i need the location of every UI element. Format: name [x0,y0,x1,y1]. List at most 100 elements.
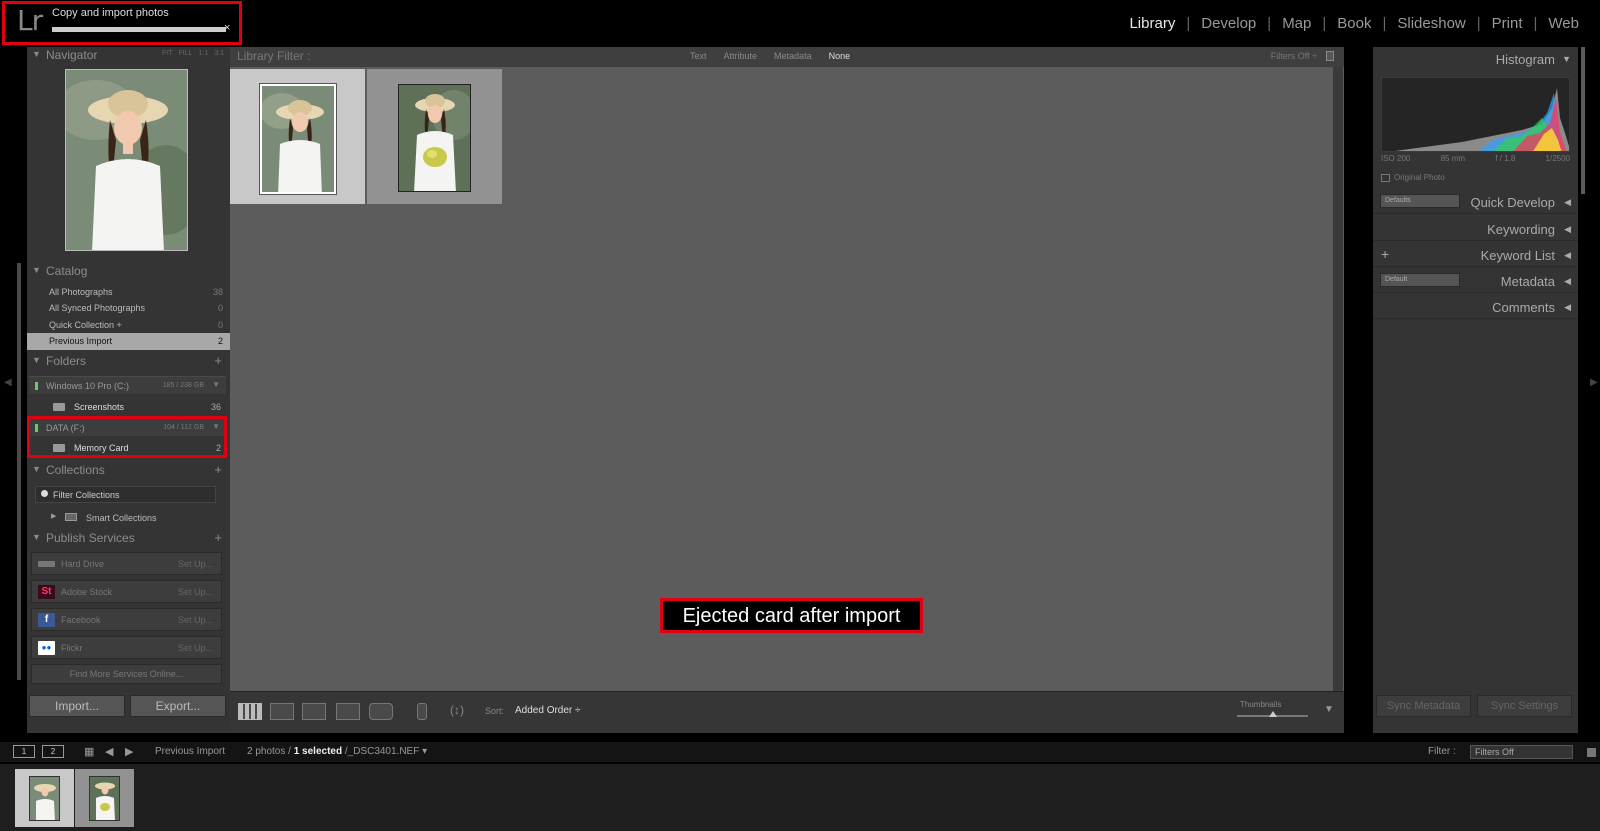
metadata-preset-dropdown[interactable]: Default [1380,273,1460,287]
expand-triangle-icon[interactable]: ◀ [1564,302,1571,313]
setup-button[interactable]: Set Up... [178,615,213,625]
add-publish-service-button[interactable]: + [214,530,222,545]
module-slideshow[interactable]: Slideshow [1386,15,1476,32]
publish-flickr[interactable]: ●● Flickr Set Up... [31,636,222,659]
add-folder-button[interactable]: + [214,353,222,368]
compare-view-icon[interactable] [302,703,326,720]
back-arrow-icon[interactable]: ◀ [105,745,113,758]
collapse-triangle-icon[interactable]: ▼ [32,49,41,59]
module-print[interactable]: Print [1481,15,1534,32]
left-panel-scrollbar[interactable] [17,263,21,680]
filter-text[interactable]: Text [690,51,707,61]
expand-triangle-icon[interactable]: ◀ [1564,197,1571,208]
navigator-preview[interactable] [65,69,188,251]
folder-screenshots[interactable]: Screenshots 36 [29,398,226,416]
folders-header[interactable]: ▼ Folders + [27,353,230,373]
forward-arrow-icon[interactable]: ▶ [125,745,133,758]
sort-dropdown[interactable]: Added Order ÷ [515,705,581,716]
people-view-icon[interactable] [369,703,393,720]
add-collection-button[interactable]: + [214,462,222,477]
sync-settings-button[interactable]: Sync Settings [1477,695,1572,717]
collections-header[interactable]: ▼ Collections + [27,462,230,482]
saved-preset-dropdown[interactable]: Defaults [1380,194,1460,208]
add-keyword-button[interactable]: + [1381,246,1389,262]
setup-button[interactable]: Set Up... [178,643,213,653]
keyword-list-header[interactable]: + Keyword List ◀ [1373,243,1578,267]
collapse-triangle-icon[interactable]: ▼ [32,355,41,365]
navigator-header[interactable]: ▼ Navigator FIT FILL 1:1 3:1 [27,47,230,67]
chevron-down-icon[interactable]: ▼ [212,380,220,389]
left-panel-toggle-icon[interactable]: ◀ [4,377,12,388]
grid-icon[interactable]: ▦ [84,745,94,758]
zoom-fit[interactable]: FIT [162,50,173,57]
slider-knob[interactable] [1268,711,1277,717]
loupe-view-icon[interactable] [270,703,294,720]
filmstrip-source[interactable]: Previous Import [155,746,225,757]
grid-cell[interactable] [367,69,502,204]
filter-none[interactable]: None [829,51,851,61]
volume-c[interactable]: Windows 10 Pro (C:) 185 / 238 GB ▼ [29,376,226,394]
publish-adobe-stock[interactable]: St Adobe Stock Set Up... [31,580,222,603]
metadata-header[interactable]: Default Metadata ◀ [1373,269,1578,293]
checkbox-icon[interactable] [1381,173,1390,182]
zoom-fill[interactable]: FILL [179,50,193,57]
import-button[interactable]: Import... [29,695,125,717]
primary-window-button[interactable]: 1 [13,745,35,758]
zoom-3-1[interactable]: 3:1 [214,50,224,57]
collapse-triangle-icon[interactable]: ▼ [1562,54,1571,64]
filmstrip-cell[interactable] [75,769,134,827]
catalog-item-synced[interactable]: All Synced Photographs 0 [27,300,230,317]
original-photo-checkbox[interactable]: Original Photo [1381,173,1445,182]
grid-view-icon[interactable] [238,703,262,720]
filter-metadata[interactable]: Metadata [774,51,812,61]
filter-attribute[interactable]: Attribute [724,51,758,61]
expand-triangle-icon[interactable]: ▶ [51,512,56,520]
filmstrip-info[interactable]: 2 photos / 1 selected /_DSC3401.NEF ▾ [247,746,427,757]
collapse-triangle-icon[interactable]: ▼ [32,265,41,275]
module-develop[interactable]: Develop [1190,15,1267,32]
sort-direction-icon[interactable]: (↕) [450,703,476,720]
module-library[interactable]: Library [1118,15,1186,32]
catalog-item-quick-collection[interactable]: Quick Collection +0 [27,317,230,334]
histogram-header[interactable]: Histogram ▼ [1373,47,1578,71]
expand-triangle-icon[interactable]: ◀ [1564,224,1571,235]
lock-icon[interactable] [1326,51,1334,61]
grid-cell-selected[interactable] [230,69,365,204]
filmstrip-filter-dropdown[interactable]: Filters Off [1470,745,1573,759]
catalog-item-previous-import[interactable]: Previous Import 2 [27,333,230,350]
module-web[interactable]: Web [1537,15,1590,32]
catalog-header[interactable]: ▼ Catalog [27,263,230,283]
secondary-window-button[interactable]: 2 [42,745,64,758]
expand-triangle-icon[interactable]: ◀ [1564,250,1571,261]
painter-icon[interactable] [417,703,427,720]
export-button[interactable]: Export... [130,695,226,717]
right-panel-scrollbar[interactable] [1581,47,1585,194]
filmstrip-thumbnail[interactable] [89,776,120,821]
catalog-item-all-photographs[interactable]: All Photographs 38 [27,284,230,301]
quick-develop-header[interactable]: Defaults Quick Develop ◀ [1373,190,1578,214]
filmstrip-cell-selected[interactable] [15,769,74,827]
toolbar-options-dropdown-icon[interactable]: ▼ [1324,704,1334,715]
expand-triangle-icon[interactable]: ◀ [1564,276,1571,287]
smart-collections-item[interactable]: ▶ Smart Collections [27,509,230,526]
right-panel-toggle-icon[interactable]: ▶ [1590,377,1598,388]
filter-switch-icon[interactable] [1587,748,1596,757]
module-book[interactable]: Book [1326,15,1382,32]
comments-header[interactable]: Comments ◀ [1373,295,1578,319]
photo-thumbnail[interactable] [259,83,337,195]
collapse-triangle-icon[interactable]: ▼ [32,464,41,474]
zoom-1-1[interactable]: 1:1 [199,50,209,57]
filter-collections-input[interactable]: Filter Collections [35,486,216,503]
publish-services-header[interactable]: ▼ Publish Services + [27,530,230,550]
filter-presets-dropdown[interactable]: Filters Off ÷ [1271,51,1317,61]
survey-view-icon[interactable] [336,703,360,720]
photo-thumbnail[interactable] [398,84,471,192]
find-more-services-button[interactable]: Find More Services Online... [31,664,222,684]
setup-button[interactable]: Set Up... [178,559,213,569]
publish-hard-drive[interactable]: Hard Drive Set Up... [31,552,222,575]
setup-button[interactable]: Set Up... [178,587,213,597]
module-map[interactable]: Map [1271,15,1322,32]
grid-scrollbar[interactable] [1333,67,1343,691]
thumbnail-size-slider[interactable] [1237,711,1308,717]
publish-facebook[interactable]: f Facebook Set Up... [31,608,222,631]
